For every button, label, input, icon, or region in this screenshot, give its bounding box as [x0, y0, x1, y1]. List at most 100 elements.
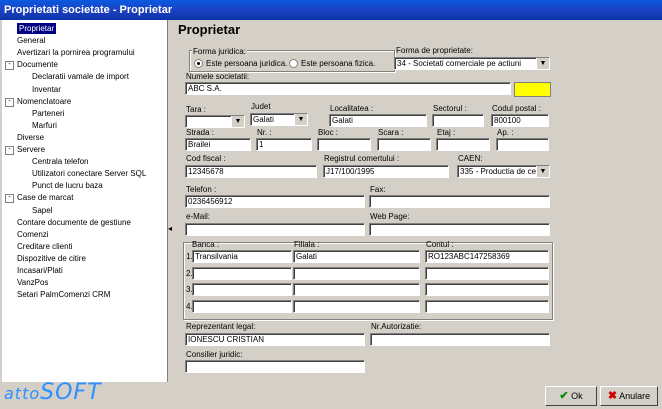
- check-icon: ✔: [559, 390, 569, 402]
- judet-select[interactable]: Galati ▼: [250, 113, 308, 126]
- tree-item[interactable]: Diverse: [17, 132, 44, 143]
- consilier-label: Consilier juridic:: [186, 350, 243, 359]
- caen-label: CAEN:: [458, 154, 483, 163]
- bank-filiala-input[interactable]: [293, 266, 420, 280]
- select-value: 335 - Productia de cea: [460, 167, 541, 176]
- cancel-button[interactable]: ✖ Anulare: [600, 386, 658, 406]
- bank-banca-input[interactable]: [192, 283, 292, 296]
- ok-label: Ok: [571, 391, 583, 401]
- strada-input[interactable]: Brailei: [185, 138, 251, 151]
- logo-part-b: SOFT: [40, 380, 102, 405]
- tree-item[interactable]: Setari PalmComenzi CRM: [17, 289, 110, 300]
- localitate-label: Localitatea :: [330, 104, 374, 113]
- nr-autorizatie-input[interactable]: [370, 333, 550, 346]
- bank-contul-input[interactable]: RO123ABC147258369: [425, 250, 549, 263]
- nr-autorizatie-label: Nr.Autorizatie:: [371, 322, 422, 331]
- registrul-label: Registrul comertului :: [324, 154, 400, 163]
- tree-expander-icon[interactable]: -: [5, 61, 14, 71]
- cod-postal-input[interactable]: 800100: [491, 114, 549, 127]
- strada-label: Strada :: [186, 128, 215, 137]
- radio-persoana-fizica[interactable]: Este persoana fizica.: [289, 59, 376, 69]
- radio-persoana-juridica[interactable]: Este persoana juridica.: [194, 59, 288, 69]
- tree-item[interactable]: Creditare clienti: [17, 241, 73, 252]
- tree-item[interactable]: Punct de lucru baza: [32, 180, 103, 191]
- email-input[interactable]: [185, 223, 365, 236]
- forma-proprietate-label: Forma de proprietate:: [396, 46, 473, 55]
- telefon-input[interactable]: 0236456912: [185, 195, 365, 208]
- tree-expander-icon[interactable]: -: [5, 194, 14, 204]
- required-highlight: [514, 82, 551, 97]
- tree-item[interactable]: VanzPos: [17, 277, 48, 288]
- tree-item[interactable]: General: [17, 35, 45, 46]
- tree-item[interactable]: Incasari/Plati: [17, 265, 63, 276]
- webpage-label: Web Page:: [370, 212, 410, 221]
- tree-item[interactable]: Dispozitive de citire: [17, 253, 86, 264]
- bank-contul-input[interactable]: [425, 266, 549, 280]
- numele-input[interactable]: ABC S.A.: [185, 82, 511, 95]
- sector-input[interactable]: [432, 114, 484, 127]
- attosoft-logo: attoSOFT: [4, 380, 102, 405]
- bloc-input[interactable]: [317, 138, 371, 151]
- tara-select[interactable]: ▼: [185, 115, 245, 128]
- caen-select[interactable]: 335 - Productia de cea ▼: [457, 165, 550, 178]
- forma-proprietate-select[interactable]: 34 - Societati comerciale pe actiuni ▼: [394, 57, 550, 70]
- tree-item[interactable]: Parteneri: [32, 108, 64, 119]
- nr-label: Nr. :: [257, 128, 272, 137]
- bank-filiala-input[interactable]: [293, 283, 420, 296]
- tree-item[interactable]: Marfuri: [32, 120, 57, 131]
- cod-fiscal-input[interactable]: 12345678: [185, 165, 317, 178]
- sector-label: Sectorul :: [433, 104, 467, 113]
- logo-part-a: atto: [4, 384, 41, 403]
- panel-title: Proprietar: [178, 22, 241, 37]
- tree-item[interactable]: Utilizatori conectare Server SQL: [32, 168, 146, 179]
- webpage-input[interactable]: [369, 223, 550, 236]
- nr-input[interactable]: 1: [256, 138, 312, 151]
- radio-label: Este persoana juridica.: [206, 59, 288, 68]
- fax-label: Fax:: [370, 185, 386, 194]
- dropdown-arrow-icon[interactable]: ▼: [294, 114, 307, 125]
- reprezentant-input[interactable]: IONESCU CRISTIAN: [185, 333, 365, 346]
- tree-item[interactable]: Comenzi: [17, 229, 49, 240]
- etaj-input[interactable]: [436, 138, 490, 151]
- dropdown-arrow-icon[interactable]: ▼: [536, 166, 549, 177]
- radio-label: Este persoana fizica.: [301, 59, 376, 68]
- consilier-input[interactable]: [185, 360, 365, 373]
- bank-banca-input[interactable]: [192, 266, 292, 280]
- bank-banca-input[interactable]: [192, 299, 292, 313]
- bank-contul-input[interactable]: [425, 283, 549, 296]
- dropdown-arrow-icon[interactable]: ▼: [231, 116, 244, 127]
- tree-item[interactable]: Inventar: [32, 84, 61, 95]
- scara-input[interactable]: [377, 138, 431, 151]
- bank-banca-input[interactable]: Transilvania: [192, 250, 292, 263]
- tree-item[interactable]: Documente: [17, 59, 58, 70]
- radio-on-icon: [194, 59, 203, 69]
- tree-expander-icon[interactable]: -: [5, 146, 14, 155]
- settings-tree[interactable]: Proprietar General Avertizari la pornirea …: [2, 20, 168, 382]
- bank-filiala-input[interactable]: [293, 299, 420, 313]
- tree-expander-icon[interactable]: -: [5, 97, 14, 107]
- tree-item[interactable]: Proprietar: [17, 23, 57, 34]
- bank-contul-input[interactable]: [425, 299, 549, 313]
- tree-item[interactable]: Case de marcat: [17, 192, 73, 203]
- tree-item[interactable]: Contare documente de gestiune: [17, 217, 131, 228]
- reprezentant-label: Reprezentant legal:: [186, 322, 256, 331]
- tree-item[interactable]: Nomenclatoare: [17, 96, 71, 107]
- numele-label: Numele societatii:: [186, 72, 250, 81]
- tree-item[interactable]: Sapel: [32, 205, 52, 216]
- ok-button[interactable]: ✔ Ok: [545, 386, 597, 406]
- tara-label: Tara :: [186, 105, 207, 114]
- x-icon: ✖: [607, 390, 618, 402]
- localitate-input[interactable]: Galati: [329, 114, 427, 127]
- dropdown-arrow-icon[interactable]: ▼: [536, 58, 549, 69]
- select-value: 34 - Societati comerciale pe actiuni: [397, 59, 522, 68]
- bank-filiala-input[interactable]: Galati: [293, 250, 420, 263]
- ap-input[interactable]: [496, 138, 549, 151]
- tree-item[interactable]: Centrala telefon: [32, 156, 88, 167]
- tree-item[interactable]: Declaratii vamale de import: [32, 71, 129, 82]
- tree-item[interactable]: Avertizari la pornirea programului: [17, 47, 135, 58]
- fax-input[interactable]: [369, 195, 550, 208]
- collapse-arrow-icon[interactable]: ◂: [168, 224, 172, 233]
- bloc-label: Bloc :: [318, 128, 339, 137]
- tree-item[interactable]: Servere: [17, 144, 45, 155]
- registrul-input[interactable]: J17/100/1995: [323, 165, 449, 178]
